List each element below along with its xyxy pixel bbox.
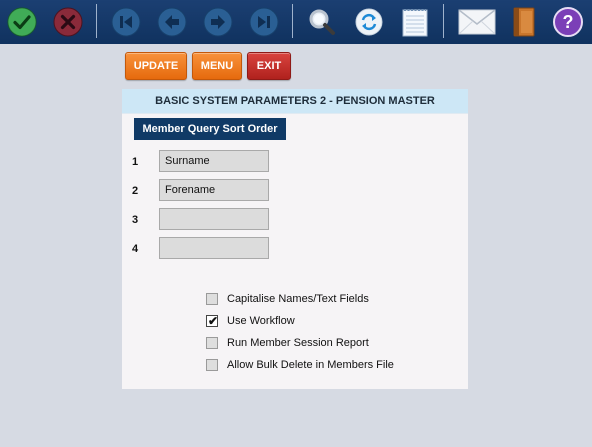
- first-record-icon[interactable]: [111, 7, 141, 37]
- sort-row-number: 3: [132, 214, 139, 226]
- cancel-icon[interactable]: [53, 7, 83, 37]
- help-glyph: ?: [563, 12, 574, 32]
- panel-title: BASIC SYSTEM PARAMETERS 2 - PENSION MAST…: [122, 89, 468, 114]
- sort-field-1[interactable]: [159, 150, 269, 172]
- previous-record-icon[interactable]: [157, 7, 187, 37]
- search-icon[interactable]: [307, 7, 337, 37]
- sort-row-number: 4: [132, 243, 139, 255]
- run-session-report-label: Run Member Session Report: [227, 337, 369, 349]
- capitalise-names-option[interactable]: Capitalise Names/Text Fields: [206, 292, 369, 306]
- section-header: Member Query Sort Order: [134, 118, 286, 140]
- exit-button[interactable]: EXIT: [247, 52, 291, 80]
- allow-bulk-delete-option[interactable]: Allow Bulk Delete in Members File: [206, 358, 394, 372]
- sort-field-4[interactable]: [159, 237, 269, 259]
- check-mark-icon: ✔: [207, 314, 219, 328]
- toolbar-separator: [96, 4, 97, 38]
- menu-button[interactable]: MENU: [192, 52, 242, 80]
- mail-icon[interactable]: [458, 7, 496, 37]
- capitalise-names-checkbox[interactable]: [206, 293, 218, 305]
- toolbar: ?: [0, 0, 592, 44]
- sort-field-3[interactable]: [159, 208, 269, 230]
- update-button[interactable]: UPDATE: [125, 52, 187, 80]
- allow-bulk-delete-checkbox[interactable]: [206, 359, 218, 371]
- sort-row-number: 1: [132, 156, 139, 168]
- book-icon[interactable]: [508, 7, 538, 37]
- sort-field-2[interactable]: [159, 179, 269, 201]
- parameters-panel: BASIC SYSTEM PARAMETERS 2 - PENSION MAST…: [122, 89, 468, 389]
- toolbar-separator: [443, 4, 444, 38]
- notepad-icon[interactable]: [400, 7, 430, 37]
- help-icon[interactable]: ?: [553, 7, 583, 37]
- run-session-report-option[interactable]: Run Member Session Report: [206, 336, 369, 350]
- use-workflow-label: Use Workflow: [227, 315, 295, 327]
- capitalise-names-label: Capitalise Names/Text Fields: [227, 293, 369, 305]
- next-record-icon[interactable]: [203, 7, 233, 37]
- allow-bulk-delete-label: Allow Bulk Delete in Members File: [227, 359, 394, 371]
- sort-row-number: 2: [132, 185, 139, 197]
- use-workflow-option[interactable]: ✔ Use Workflow: [206, 314, 295, 328]
- use-workflow-checkbox[interactable]: ✔: [206, 314, 219, 328]
- confirm-icon[interactable]: [7, 7, 37, 37]
- toolbar-separator: [292, 4, 293, 38]
- last-record-icon[interactable]: [249, 7, 279, 37]
- refresh-icon[interactable]: [354, 7, 384, 37]
- run-session-report-checkbox[interactable]: [206, 337, 218, 349]
